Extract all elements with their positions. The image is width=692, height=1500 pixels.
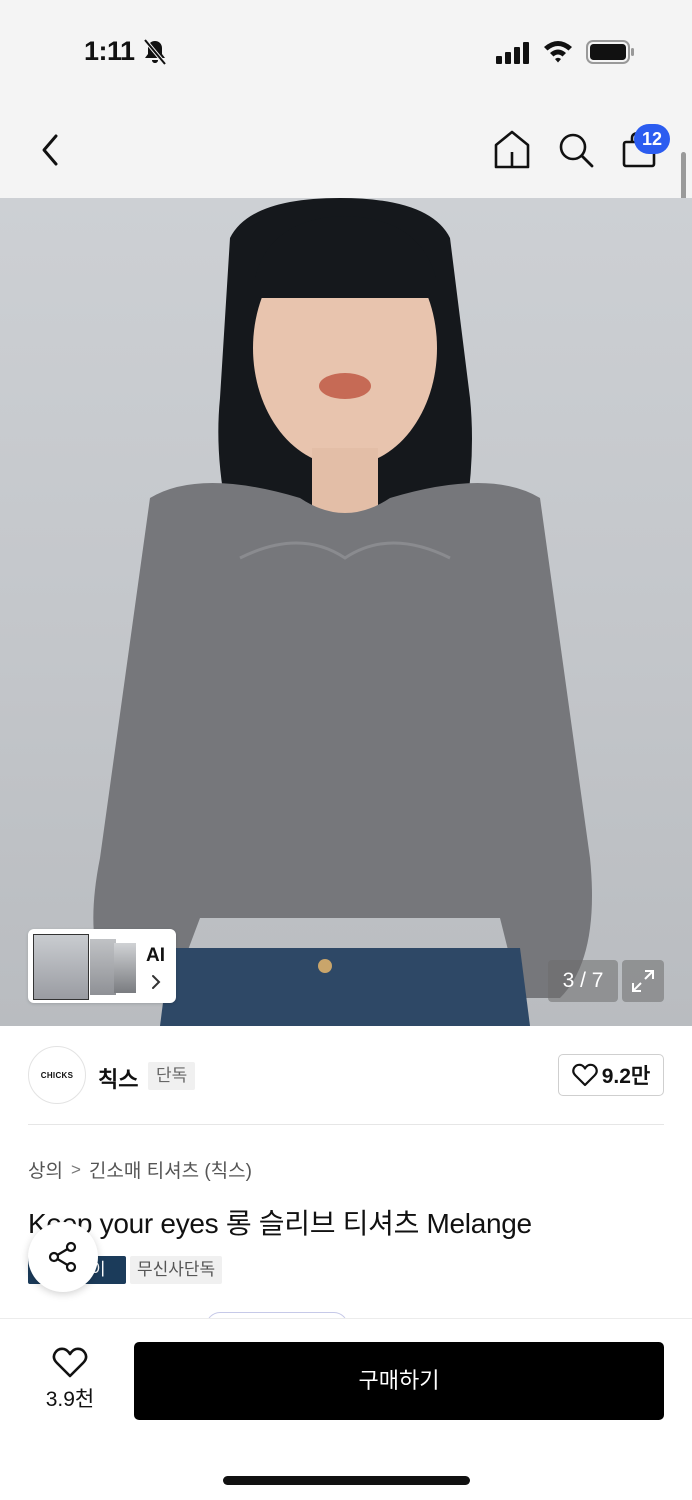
expand-icon (632, 970, 654, 992)
brand-logo[interactable]: CHICKS (28, 1046, 86, 1104)
status-bar: 1:11 (0, 0, 692, 100)
brand-name[interactable]: 칙스 (98, 1062, 138, 1094)
home-icon[interactable] (492, 128, 532, 170)
product-title: Keep your eyes 롱 슬리브 티셔츠 Melange (28, 1208, 532, 1239)
breadcrumb-item[interactable]: 상의 (28, 1156, 63, 1183)
cart-count-badge: 12 (634, 124, 670, 154)
bottom-action-bar: 3.9천 구매하기 (0, 1318, 692, 1500)
battery-icon (586, 40, 634, 64)
home-indicator[interactable] (223, 1476, 470, 1485)
share-button[interactable] (28, 1222, 98, 1292)
share-icon (48, 1241, 77, 1273)
product-tag: 무신사단독 (130, 1256, 223, 1284)
ai-similar-card[interactable]: AI (28, 929, 176, 1003)
breadcrumb: 상의 > 긴소매 티셔츠 (칙스) (28, 1156, 252, 1183)
brand-exclusive-tag: 단독 (148, 1062, 196, 1090)
status-time: 1:11 (84, 36, 135, 66)
brand-like-count: 9.2만 (601, 1065, 651, 1088)
ai-thumbnail (33, 934, 89, 1000)
chevron-right-icon (152, 975, 161, 989)
product-like-button[interactable]: 3.9천 (30, 1347, 110, 1413)
brand-row: CHICKS 칙스 단독 9.2만 (0, 1026, 692, 1126)
breadcrumb-item[interactable]: 긴소매 티셔츠 (칙스) (89, 1156, 252, 1183)
top-nav-bar (0, 100, 692, 198)
ai-thumbnail (90, 939, 116, 995)
search-icon[interactable] (556, 130, 596, 170)
chevron-right-icon: > (70, 1159, 81, 1179)
buy-button[interactable]: 구매하기 (134, 1342, 664, 1420)
brand-like-button[interactable]: 9.2만 (558, 1054, 664, 1096)
back-arrow-icon[interactable] (34, 130, 68, 170)
heart-icon (52, 1347, 88, 1378)
wifi-icon (544, 41, 572, 63)
expand-button[interactable] (622, 960, 664, 1002)
heart-icon (571, 1063, 598, 1087)
brand-logo-text: CHICKS (40, 1070, 74, 1080)
bell-slash-icon (143, 38, 167, 66)
signal-icon (496, 42, 529, 64)
product-image[interactable] (0, 198, 692, 1026)
product-like-count: 3.9천 (45, 1388, 95, 1411)
ai-label: AI (146, 945, 165, 966)
image-counter: 3 / 7 (548, 960, 618, 1002)
divider (28, 1124, 664, 1125)
ai-thumbnail (114, 943, 136, 993)
